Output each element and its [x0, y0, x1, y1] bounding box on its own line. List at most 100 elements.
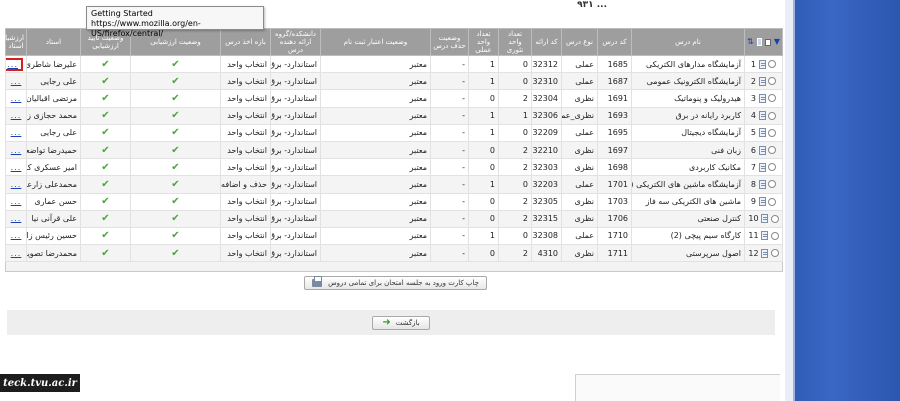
evaluation-cell: ... [5, 106, 27, 125]
evaluate-link[interactable]: ... [11, 214, 22, 223]
units-theory: 2 [498, 158, 532, 177]
view-document-icon[interactable] [758, 93, 766, 103]
course-name: کارگاه سیم پیچی (2) [631, 226, 745, 246]
sort-tool-icon[interactable]: ⇅ [747, 38, 754, 46]
view-document-icon[interactable] [758, 145, 766, 155]
table-row[interactable]: 6 زبان فنی 1697 نظری 32210 2 0- معتبر استاندارد-… [5, 140, 783, 160]
select-all-checkbox[interactable] [765, 38, 771, 46]
row-radio[interactable] [770, 249, 779, 258]
course-code: 1691 [597, 89, 632, 108]
course-name: آزمایشگاه دیجیتال [631, 123, 745, 142]
evaluate-link[interactable]: ... [11, 94, 22, 103]
credit-status: معتبر [320, 158, 431, 177]
row-radio[interactable] [768, 146, 777, 155]
course-name: ماشین های الکتریکی سه فاز [631, 192, 745, 211]
table-row[interactable]: 5 آزمایشگاه دیجیتال 1695 عملی 32209 0 1- معتبر ا… [5, 123, 783, 142]
eval-status-cell: ✔ [130, 89, 221, 108]
print-exam-card-button[interactable]: چاپ کارت ورود به جلسه امتحان برای تمامی … [304, 276, 487, 290]
row-radio[interactable] [768, 111, 777, 120]
drop-status: - [430, 244, 469, 263]
evaluate-link[interactable]: ... [11, 163, 22, 172]
row-radio[interactable] [770, 231, 779, 240]
header-course-name[interactable]: نام درس [631, 28, 745, 56]
header-evaluation[interactable]: ارزشیابی استاد [0, 28, 27, 56]
offer-code: 4310 [531, 244, 562, 263]
header-course-code[interactable]: کد درس [597, 28, 632, 56]
watermark-text: teck.tvu.ac.ir [3, 377, 77, 389]
view-document-icon[interactable] [761, 248, 769, 258]
sort-down-icon[interactable]: ▼ [774, 38, 780, 46]
view-document-icon[interactable] [758, 59, 766, 69]
table-row[interactable]: 11 کارگاه سیم پیچی (2) 1710 عملی 32308 0 1- معت… [5, 226, 783, 246]
evaluation-cell: ... [5, 123, 27, 142]
evaluate-link[interactable]: ... [11, 146, 22, 155]
print-button-label: چاپ کارت ورود به جلسه امتحان برای تمامی … [328, 279, 479, 287]
view-document-icon[interactable] [761, 231, 769, 241]
checkmark-icon: ✔ [171, 161, 180, 173]
evaluate-link[interactable]: ... [11, 77, 22, 86]
evaluate-link[interactable]: ... [11, 231, 22, 240]
table-row[interactable]: 3 هیدرولیک و پنوماتیک 1691 نظری 32304 2 0- معتب… [5, 89, 783, 108]
row-select-cell: 9 [744, 192, 783, 211]
evaluate-link[interactable]: ... [11, 128, 22, 137]
header-course-type[interactable]: نوع درس [561, 28, 598, 56]
evaluate-link[interactable]: ... [11, 180, 22, 189]
header-select[interactable]: ▼ ⇅ [744, 28, 783, 56]
row-radio[interactable] [768, 163, 777, 172]
drop-status: - [430, 54, 469, 74]
evaluate-link[interactable]: ... [11, 249, 22, 258]
view-document-icon[interactable] [758, 162, 766, 172]
row-select-cell: 2 [744, 72, 783, 91]
row-radio[interactable] [768, 128, 777, 137]
table-row[interactable]: 1 آزمایشگاه مدارهای الکتریکی 1685 عملی 32312… [5, 54, 783, 74]
evaluate-link[interactable]: ... [11, 197, 22, 206]
view-document-icon[interactable] [761, 214, 769, 224]
view-document-icon[interactable] [758, 128, 766, 138]
header-teacher[interactable]: استاد [26, 28, 81, 56]
row-radio[interactable] [768, 60, 777, 69]
row-select-cell: 6 [744, 140, 783, 160]
eval-confirm-cell: ✔ [80, 106, 131, 125]
table-row[interactable]: 12 اصول سرپرستی 1711 نظری 4310 2 0- معتبر استاند… [5, 244, 783, 263]
row-radio[interactable] [770, 214, 779, 223]
view-document-icon[interactable] [758, 179, 766, 189]
table-row[interactable]: 8 آزمایشگاه ماشین های الکتریکی (1)1701عمل… [5, 175, 783, 194]
header-credit-status[interactable]: وضعیت اعتبار ثبت نام [320, 28, 431, 56]
table-row[interactable]: 10 کنترل صنعتی 1706 نظری 32315 2 0- معتبر استاند… [5, 209, 783, 228]
checkmark-icon: ✔ [101, 92, 110, 104]
header-offer-code[interactable]: کد ارائه [531, 28, 562, 56]
row-radio[interactable] [768, 197, 777, 206]
row-radio[interactable] [768, 77, 777, 86]
row-number: 11 [748, 231, 759, 241]
evaluate-link[interactable]: ... [7, 60, 18, 69]
enroll-stage: انتخاب واحد [220, 54, 271, 74]
units-practical: 0 [468, 244, 499, 263]
teacher-name: محمد حجازی زاده [26, 106, 81, 125]
view-document-icon[interactable] [758, 76, 766, 86]
course-type: عملی [561, 72, 598, 91]
header-faculty[interactable]: دانشکده/گروه ارائه دهنده درس [270, 28, 321, 56]
row-select-cell: 8 [744, 175, 783, 194]
units-theory: 2 [498, 89, 532, 108]
units-theory: 2 [498, 192, 532, 211]
row-number: 10 [748, 214, 759, 224]
units-practical: 0 [468, 89, 499, 108]
evaluate-link[interactable]: ... [11, 111, 22, 120]
course-name: آزمایشگاه مدارهای الکتریکی [631, 54, 745, 74]
view-document-icon[interactable] [758, 111, 766, 121]
table-row[interactable]: 2 آزمایشگاه الکترونیک عمومی 1687 عملی 32310 0… [5, 72, 783, 91]
view-document-icon[interactable] [758, 197, 766, 207]
table-row[interactable]: 9 ماشین های الکتریکی سه فاز 1703 نظری 32305 2… [5, 192, 783, 211]
table-row[interactable]: 4کاربرد رایانه در برق1693نظری_عملی323061… [5, 106, 783, 125]
row-radio[interactable] [768, 94, 777, 103]
drop-status: - [430, 175, 469, 194]
eval-status-cell: ✔ [130, 158, 221, 177]
table-row[interactable]: 7 مکانیک کاربردی 1698 نظری 32303 2 0- معتبر استا… [5, 158, 783, 177]
header-drop-status[interactable]: وضعیت حذف درس [430, 28, 469, 56]
row-radio[interactable] [768, 180, 777, 189]
header-units-practical[interactable]: تعداد واحد عملی [468, 28, 499, 56]
row-number: 9 [750, 197, 756, 207]
back-button[interactable]: بازگشت ➜ [372, 316, 430, 330]
offer-code: 32310 [531, 72, 562, 91]
header-units-theory[interactable]: تعداد واحد تئوری [498, 28, 532, 56]
